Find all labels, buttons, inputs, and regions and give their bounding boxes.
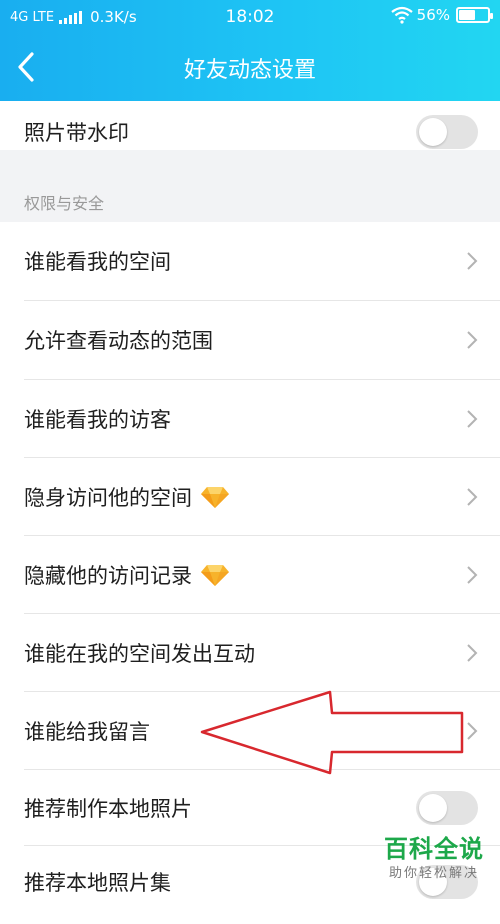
chevron-right-icon [467,643,478,662]
battery-icon [456,7,493,23]
setting-label: 允许查看动态的范围 [24,329,213,353]
nav-bar: 好友动态设置 [0,34,500,101]
section-title: 权限与安全 [24,194,105,213]
setting-label: 推荐制作本地照片 [24,796,192,821]
setting-row-feed-range[interactable]: 允许查看动态的范围 [0,301,500,379]
diamond-icon [201,564,229,586]
page-title: 好友动态设置 [183,58,316,83]
watermark-title: 百科全说 [384,835,484,863]
watermark-subtitle: 助你轻松解决 [388,866,479,881]
watermark-toggle[interactable] [416,114,478,149]
setting-row-who-can-leave-message[interactable]: 谁能给我留言 [0,692,500,769]
setting-label: 谁能看我的空间 [24,250,171,274]
chevron-right-icon [467,252,478,270]
setting-label: 推荐本地照片集 [24,871,171,895]
diamond-icon [201,486,229,508]
setting-label: 谁能在我的空间发出互动 [24,641,255,666]
setting-label: 谁能给我留言 [24,719,150,744]
setting-row-who-can-see-space[interactable]: 谁能看我的空间 [0,222,500,300]
chevron-right-icon [467,487,478,506]
toggle-knob [419,117,447,146]
setting-row-who-can-see-visitors[interactable]: 谁能看我的访客 [0,380,500,457]
setting-label: 照片带水印 [24,120,129,145]
status-bar: 4G LTE 0.3K/s 18:02 56% [0,0,500,34]
top-bar: 4G LTE 0.3K/s 18:02 56% 好友动态设置 [0,0,500,101]
chevron-right-icon [467,331,478,349]
chevron-right-icon [467,409,478,428]
setting-label: 隐身访问他的空间 [24,485,192,510]
wifi-icon [390,6,413,24]
toggle-knob [419,793,447,822]
setting-row-invisible-visit[interactable]: 隐身访问他的空间 [0,458,500,535]
watermark: 百科全说 助你轻松解决 [384,829,484,881]
setting-label-with-badge: 隐身访问他的空间 [24,482,230,512]
setting-row-hide-visit-record[interactable]: 隐藏他的访问记录 [0,536,500,613]
chevron-right-icon [467,721,478,740]
section-header: 权限与安全 [0,150,500,222]
setting-label: 隐藏他的访问记录 [24,563,192,588]
chevron-right-icon [467,565,478,584]
setting-label: 谁能看我的访客 [24,407,171,432]
recommend-local-photo-toggle[interactable] [416,790,478,825]
status-right: 56% [390,6,493,24]
setting-label-with-badge: 隐藏他的访问记录 [24,560,230,590]
setting-row-who-can-interact[interactable]: 谁能在我的空间发出互动 [0,614,500,691]
battery-percent: 56% [416,6,450,24]
battery-fill [459,10,475,20]
